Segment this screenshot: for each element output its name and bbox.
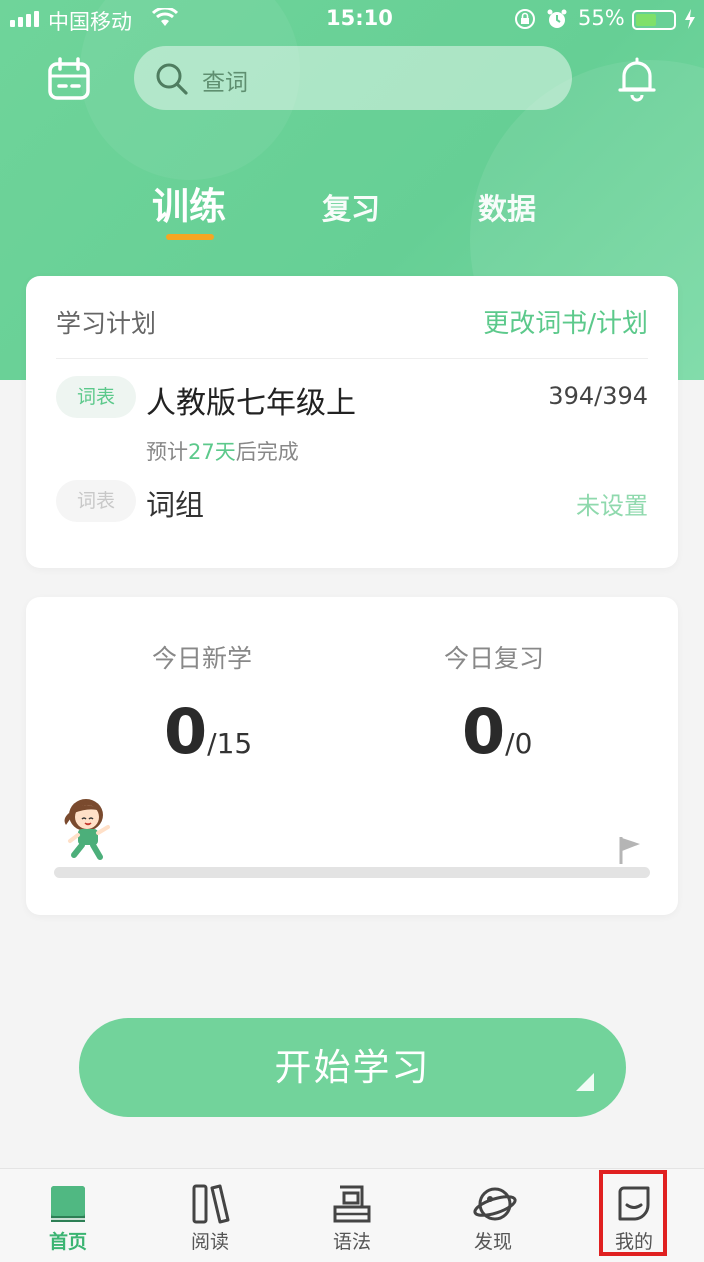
phrase-list-name[interactable]: 词组 [146,482,204,524]
clock: 15:10 [326,6,393,30]
start-learning-label: 开始学习 [274,1046,431,1089]
book-name[interactable]: 人教版七年级上 [146,378,356,422]
battery-percent: 55% [578,6,625,30]
tab-grammar[interactable]: 语法 [302,1169,402,1262]
highlight-box [599,1170,667,1256]
tab-discover[interactable]: 发现 [443,1169,543,1262]
today-new-count: 0/15 [164,695,253,768]
calendar-icon[interactable] [46,56,92,102]
runner-girl-icon [60,795,116,865]
battery-level [636,14,656,26]
tab-home[interactable]: 首页 [18,1169,118,1262]
today-review-count: 0/0 [462,695,533,768]
tab-review[interactable]: 复习 [322,186,380,228]
plan-title: 学习计划 [56,309,157,338]
start-learning-button[interactable]: 开始学习 [79,1018,626,1117]
active-tab-indicator [166,234,214,240]
corner-triangle-icon [576,1073,594,1091]
alarm-icon [546,8,568,35]
phrase-list-status[interactable]: 未设置 [576,486,648,521]
today-new-label: 今日新学 [152,644,253,673]
book-progress: 394/394 [548,382,648,410]
completion-estimate: 预计27天后完成 [146,440,299,464]
daily-progress-bar [54,867,650,878]
divider [56,358,648,359]
signal-icon [10,11,39,27]
status-bar: 中国移动 15:10 55% [0,0,704,40]
word-list-tag: 词表 [56,376,136,418]
today-progress-card: 今日新学 今日复习 0/15 0/0 [26,597,678,915]
grammar-icon [333,1185,371,1223]
tab-grammar-label: 语法 [332,1231,371,1253]
mode-tabs: 训练 复习 数据 [0,176,704,246]
tab-train[interactable]: 训练 [152,176,226,230]
tab-data[interactable]: 数据 [478,186,536,228]
search-input[interactable]: 查词 [134,46,572,110]
tab-read[interactable]: 阅读 [160,1169,260,1262]
wifi-icon [151,6,179,33]
search-placeholder: 查词 [202,70,248,96]
charging-icon [684,8,696,35]
finish-flag-icon [618,835,642,869]
tab-discover-label: 发现 [473,1231,512,1253]
bell-icon[interactable] [614,56,660,102]
tab-read-label: 阅读 [190,1231,229,1253]
word-list-tag: 词表 [56,480,136,522]
carrier-name: 中国移动 [48,10,132,34]
rotation-lock-icon [514,8,536,35]
battery-icon [632,10,676,30]
study-plan-card: 学习计划 更改词书/计划 词表 人教版七年级上 394/394 预计27天后完成… [26,276,678,568]
change-plan-link[interactable]: 更改词书/计划 [483,303,648,340]
planet-icon [473,1187,517,1221]
book-icon [51,1186,85,1222]
tab-home-label: 首页 [48,1231,87,1253]
books-icon [192,1184,230,1224]
today-review-label: 今日复习 [444,644,545,673]
search-icon [154,61,190,101]
